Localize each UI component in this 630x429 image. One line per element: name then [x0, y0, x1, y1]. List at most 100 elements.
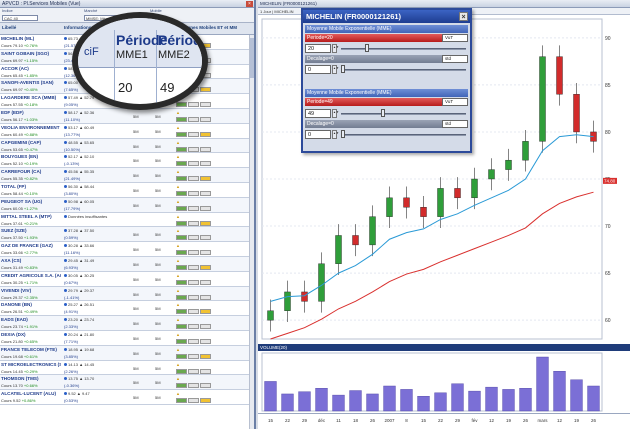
buy-signal-button[interactable] — [176, 235, 187, 241]
volume-bar[interactable] — [315, 388, 328, 412]
mme1-offset-stepper[interactable]: ▲▼ — [332, 65, 339, 74]
candle[interactable] — [284, 291, 291, 311]
buy-signal-button[interactable] — [176, 190, 187, 196]
buy-signal-button[interactable] — [176, 146, 187, 152]
buy-signal-button[interactable] — [176, 220, 187, 226]
mme1-offset-param[interactable]: Decalage=0 std — [305, 55, 468, 63]
volume-bar[interactable] — [383, 385, 396, 412]
mme2-offset-slider-thumb[interactable] — [341, 130, 345, 138]
mme2-offset-combo[interactable]: std — [442, 120, 468, 128]
buy-signal-button[interactable] — [176, 309, 187, 315]
watch-signal-button[interactable] — [200, 176, 211, 182]
buy-signal-button[interactable] — [176, 398, 187, 404]
neutral-signal-button[interactable] — [188, 279, 199, 285]
volume-bar[interactable] — [417, 396, 430, 412]
watch-signal-button[interactable] — [200, 161, 211, 167]
mme2-period-param[interactable]: Periode=49 VuT — [305, 98, 468, 106]
candle[interactable] — [471, 178, 478, 199]
neutral-signal-button[interactable] — [188, 264, 199, 270]
buy-signal-button[interactable] — [176, 324, 187, 330]
watch-signal-button[interactable] — [200, 102, 211, 108]
volume-bar[interactable] — [298, 391, 311, 412]
list-item[interactable]: CREDIT AGRICOLE S.A. (ACA)Cours 30.25 +1… — [0, 271, 254, 287]
stock-name[interactable]: CARREFOUR (CA) — [1, 169, 61, 174]
watch-signal-button[interactable] — [200, 87, 211, 93]
list-item[interactable]: MITTAL STEEL A (MTP) Cours 37.61 +0.21% Do… — [0, 212, 254, 228]
list-item[interactable]: CARREFOUR (CA) Cours 55.35 +0.82% 45.56 ▲ … — [0, 168, 254, 183]
neutral-signal-button[interactable] — [188, 176, 199, 182]
buy-signal-button[interactable] — [176, 102, 187, 108]
buy-signal-button[interactable] — [176, 353, 187, 359]
mme2-period-input[interactable]: 49 — [305, 109, 331, 118]
stock-name[interactable]: CREDIT AGRICOLE S.A. (ACA) — [1, 273, 61, 278]
candle[interactable] — [318, 263, 325, 302]
list-item[interactable]: FRANCE TELECOM (FTE) Cours 19.68 +0.61% 18… — [0, 345, 254, 361]
list-item[interactable]: DEXIA (DX) Cours 21.80 +0.65% 20.24 ▲ 21.8… — [0, 330, 254, 346]
candle[interactable] — [573, 94, 580, 133]
buy-signal-button[interactable] — [176, 338, 187, 344]
candle[interactable] — [301, 291, 308, 302]
mme1-offset-combo[interactable]: std — [442, 55, 468, 63]
mme1-offset-slider-thumb[interactable] — [341, 65, 345, 73]
list-item[interactable]: VIVENDI (VIV) Cours 29.37 +2.35% 29.79 ▲ 2… — [0, 286, 254, 302]
list-item[interactable]: ALCATEL-LUCENT (ALU) Cours 9.52 +0.86% 9.5… — [0, 390, 254, 405]
buy-signal-button[interactable] — [176, 383, 187, 389]
list-item[interactable]: SUEZ (SZE) Cours 37.50 +1.93% 37.28 ▲ 37.5… — [0, 227, 254, 243]
mme2-period-slider-thumb[interactable] — [381, 109, 385, 117]
stock-name[interactable]: EADS (EAD) — [1, 317, 61, 322]
volume-bar[interactable] — [264, 381, 277, 412]
mme1-period-combo[interactable]: VuT — [442, 34, 468, 42]
stock-name[interactable]: VEOLIA ENVIRONNEMENT (VIE) — [1, 125, 61, 130]
volume-bar[interactable] — [570, 379, 583, 412]
mme2-period-combo[interactable]: VuT — [442, 98, 468, 106]
volume-bar[interactable] — [332, 394, 345, 412]
chart-window-titlebar[interactable]: MICHELIN (FR0000121261) — [258, 0, 630, 8]
candle[interactable] — [352, 235, 359, 246]
watch-signal-button[interactable] — [200, 383, 211, 389]
watch-signal-button[interactable] — [200, 324, 211, 330]
candle[interactable] — [539, 56, 546, 142]
stock-name[interactable]: PEUGEOT SA (UG) — [1, 199, 61, 204]
neutral-signal-button[interactable] — [188, 220, 199, 226]
stock-name[interactable]: ACCOR (AC) — [1, 66, 61, 71]
stock-name[interactable]: MITTAL STEEL A (MTP) — [1, 214, 61, 219]
neutral-signal-button[interactable] — [188, 324, 199, 330]
scrollbar-thumb[interactable] — [250, 38, 254, 78]
watch-signal-button[interactable] — [200, 235, 211, 241]
volume-bar[interactable] — [400, 389, 413, 412]
watch-signal-button[interactable] — [200, 398, 211, 404]
left-window-titlebar[interactable]: APVCD : Pl.Services Mobiles (Vue) × — [0, 0, 254, 8]
watch-signal-button[interactable] — [200, 205, 211, 211]
neutral-signal-button[interactable] — [188, 383, 199, 389]
mme2-offset-param[interactable]: Decalage=0 std — [305, 120, 468, 128]
candle[interactable] — [386, 197, 393, 217]
candle[interactable] — [369, 216, 376, 246]
volume-bar[interactable] — [502, 389, 515, 412]
stock-name[interactable]: SAINT GOBAIN (SGO) — [1, 51, 61, 56]
buy-signal-button[interactable] — [176, 131, 187, 137]
candle[interactable] — [505, 159, 512, 170]
watch-signal-button[interactable] — [200, 220, 211, 226]
stock-name[interactable]: CAPGEMINI (CAP) — [1, 140, 61, 145]
neutral-signal-button[interactable] — [188, 353, 199, 359]
volume-bar[interactable] — [468, 390, 481, 412]
filter-index-select[interactable]: CAC 40 — [2, 15, 38, 21]
volume-bar[interactable] — [434, 392, 447, 412]
stock-name[interactable]: BOUYGUES (EN) — [1, 154, 61, 159]
mme1-period-stepper[interactable]: ▲▼ — [332, 44, 339, 53]
neutral-signal-button[interactable] — [188, 116, 199, 122]
watch-signal-button[interactable] — [200, 353, 211, 359]
stock-name[interactable]: TOTAL (FP) — [1, 184, 61, 189]
list-item[interactable]: EDF (EDF) Cours 56.17 +1.03% 58.17 ▲ 52.36… — [0, 108, 254, 124]
candle[interactable] — [267, 310, 274, 321]
list-item[interactable]: AXA (CS) Cours 31.49 +0.83% 29.45 ▲ 31.49(… — [0, 256, 254, 272]
mme1-period-param[interactable]: Periode=20 VuT — [305, 34, 468, 42]
stock-name[interactable]: EDF (EDF) — [1, 110, 61, 115]
mme1-period-slider[interactable] — [341, 48, 466, 50]
buy-signal-button[interactable] — [176, 176, 187, 182]
mme2-period-stepper[interactable]: ▲▼ — [332, 109, 339, 118]
stock-name[interactable]: DANONE (BN) — [1, 302, 61, 307]
candle[interactable] — [522, 141, 529, 161]
candle[interactable] — [420, 207, 427, 217]
buy-signal-button[interactable] — [176, 264, 187, 270]
